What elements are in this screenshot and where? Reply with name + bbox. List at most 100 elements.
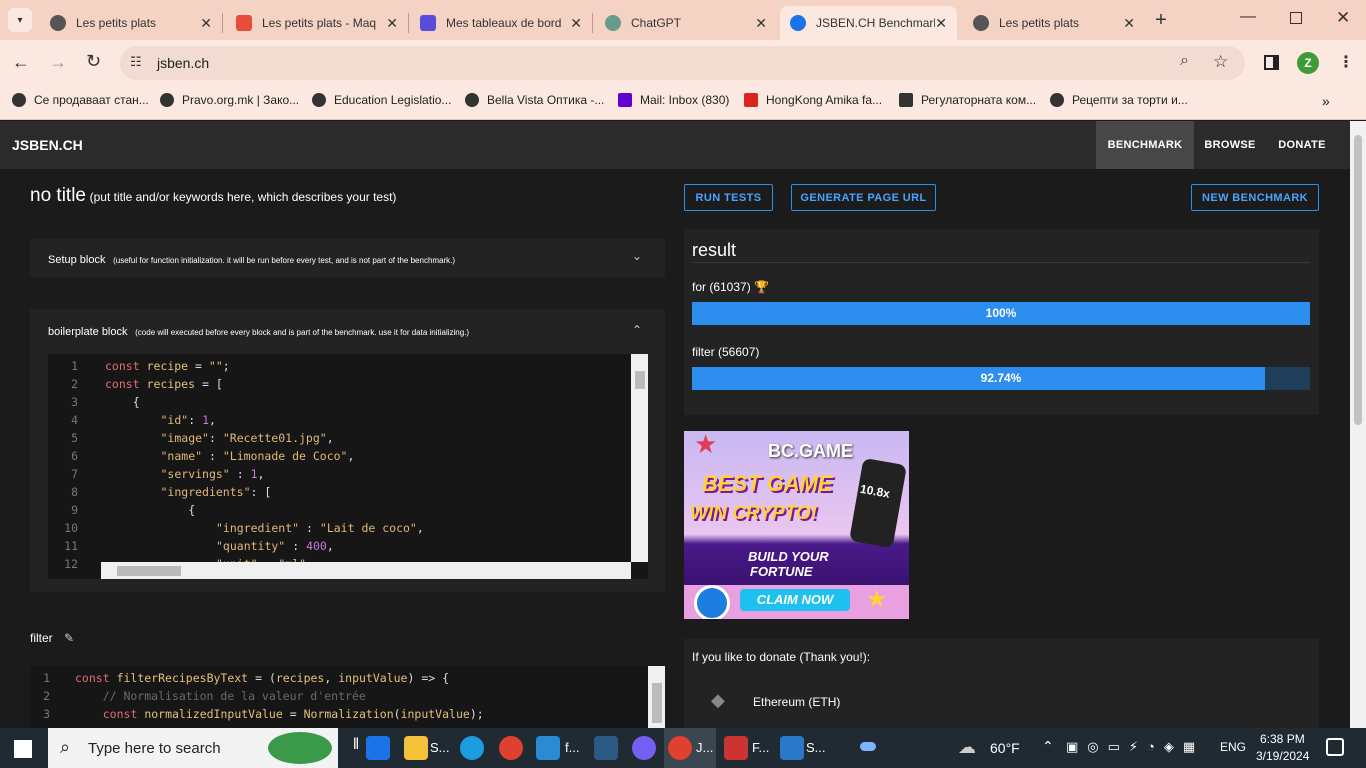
pencil-icon[interactable]: ✎ [64, 631, 74, 645]
search-icon: ⌕ [60, 737, 71, 757]
taskbar-search[interactable]: ⌕ Type here to search [48, 728, 338, 768]
vscode-icon[interactable] [536, 736, 560, 760]
start-button[interactable] [14, 740, 32, 758]
yahoo-mail-icon [618, 93, 632, 107]
run-tests-button[interactable]: RUN TESTS [684, 184, 773, 211]
tray-chevron-icon[interactable]: ⌃ [1042, 738, 1054, 755]
editor-horizontal-scrollbar[interactable] [101, 562, 631, 579]
address-bar[interactable]: ☷ jsben.ch ⌕ ☆ [120, 46, 1245, 80]
bookmark-item[interactable]: Mail: Inbox (830) [618, 93, 729, 107]
bookmark-item[interactable]: Bella Vista Оптика -... [465, 93, 604, 107]
sidepanel-icon[interactable] [1264, 55, 1279, 70]
browser-tab-2[interactable]: Mes tableaux de bord ✕ [410, 6, 592, 40]
arrow-right-icon: → [49, 52, 67, 72]
browser-tab-3[interactable]: ChatGPT ✕ [595, 6, 777, 40]
chrome-icon[interactable] [499, 736, 523, 760]
avatar[interactable]: Z [1297, 52, 1319, 74]
bookmark-red-icon [744, 93, 758, 107]
browser-tab-0[interactable]: Les petits plats ✕ [40, 6, 222, 40]
input-language[interactable]: ENG [1220, 740, 1246, 754]
bookmark-item[interactable]: Регулаторната ком... [899, 93, 1036, 107]
code-line: "quantity" : 400, [216, 539, 334, 553]
nav-benchmark[interactable]: BENCHMARK [1096, 121, 1194, 169]
browser-tab-4[interactable]: JSBEN.CH Benchmark ✕ [780, 6, 957, 40]
ad-brand: BC.GAME [768, 441, 853, 461]
star-icon: ★ [866, 586, 888, 613]
task-view-icon[interactable]: ‖ [344, 736, 368, 760]
ad-line1: BEST GAME [702, 471, 833, 496]
close-icon[interactable]: ✕ [386, 15, 398, 32]
photos-icon[interactable] [780, 736, 804, 760]
setup-block-panel[interactable]: Setup block (useful for function initial… [30, 239, 665, 277]
code-line: const recipes = [ [105, 377, 223, 391]
zoom-icon[interactable]: ⌕ [1180, 52, 1189, 70]
bookmark-item[interactable]: HongKong Amika fa... [744, 93, 882, 107]
page-content: JSBEN.CH BENCHMARK BROWSE DONATE no titl… [0, 121, 1350, 728]
code-line: { [188, 503, 196, 517]
forward-button[interactable]: → [49, 52, 67, 73]
clock-date[interactable]: 3/19/2024 [1256, 749, 1309, 763]
line-number: 12 [64, 557, 78, 571]
minimize-button[interactable]: — [1240, 8, 1256, 26]
tab-search-button[interactable]: ▾ [8, 8, 32, 32]
viber-icon[interactable] [632, 736, 656, 760]
ad-claim-button[interactable]: CLAIM NOW [740, 589, 850, 611]
editor-vertical-scrollbar[interactable] [648, 666, 665, 728]
line-number: 9 [71, 503, 78, 517]
donate-heading: If you like to donate (Thank you!): [692, 650, 871, 664]
line-number: 4 [71, 413, 78, 427]
close-icon[interactable]: ✕ [200, 15, 212, 32]
pdf-icon[interactable] [724, 736, 748, 760]
clock-time[interactable]: 6:38 PM [1260, 732, 1305, 746]
onedrive-icon[interactable] [860, 742, 876, 751]
more-bookmarks-icon[interactable]: » [1322, 93, 1330, 109]
site-info-icon[interactable]: ☷ [130, 54, 142, 70]
bookmark-item[interactable]: Се продаваат стан... [12, 93, 149, 107]
chevron-down-icon[interactable]: ⌄ [632, 249, 642, 263]
tray-icons[interactable]: ▣◎▭⚡◔◈▦ [1066, 739, 1204, 755]
page-scrollbar[interactable] [1350, 121, 1366, 728]
new-benchmark-button[interactable]: NEW BENCHMARK [1191, 184, 1319, 211]
result-name: filter (56607) [692, 345, 760, 359]
menu-icon[interactable]: ⋮ [1338, 52, 1354, 72]
bookmark-item[interactable]: Pravo.org.mk | Зако... [160, 93, 299, 107]
file-explorer-icon[interactable] [404, 736, 428, 760]
bookmarks-bar: Се продаваат стан... Pravo.org.mk | Зако… [0, 86, 1366, 120]
nav-donate[interactable]: DONATE [1266, 121, 1338, 169]
close-icon[interactable]: ✕ [570, 15, 582, 32]
browser-tab-5[interactable]: Les petits plats ✕ [963, 6, 1145, 40]
line-number: 11 [64, 539, 78, 553]
mail-icon[interactable] [366, 736, 390, 760]
star-icon: ★ [694, 431, 718, 459]
weather-temp[interactable]: 60°F [990, 740, 1020, 756]
restore-button[interactable] [1290, 12, 1302, 24]
generate-page-url-button[interactable]: GENERATE PAGE URL [791, 184, 936, 211]
notification-icon[interactable] [1326, 738, 1344, 756]
mysql-icon[interactable] [594, 736, 618, 760]
chevron-up-icon[interactable]: ⌃ [632, 323, 642, 337]
reload-button[interactable]: ↻ [86, 51, 101, 72]
nav-browse[interactable]: BROWSE [1194, 121, 1266, 169]
editor-vertical-scrollbar[interactable] [631, 354, 648, 562]
back-button[interactable]: ← [12, 52, 30, 73]
star-icon[interactable]: ☆ [1213, 52, 1228, 72]
active-chrome-task[interactable]: J... [664, 728, 716, 768]
page-title[interactable]: no title (put title and/or keywords here… [30, 185, 396, 207]
filter-code-editor[interactable]: 1 const filterRecipesByText = (recipes, i… [30, 666, 665, 728]
weather-icon[interactable]: ☁ [958, 737, 976, 758]
boilerplate-code-editor[interactable]: 1 const recipe = ""; 2 const recipes = [3 {… [48, 354, 648, 579]
edge-icon[interactable] [460, 736, 484, 760]
ad-banner[interactable]: ★ BC.GAME BEST GAME WIN CRYPTO! 10.8x BU… [684, 431, 909, 619]
new-tab-button[interactable]: + [1150, 8, 1172, 32]
browser-tab-1[interactable]: Les petits plats - Maq ✕ [226, 6, 408, 40]
close-window-button[interactable]: ✕ [1336, 8, 1350, 28]
site-logo[interactable]: JSBEN.CH [12, 137, 83, 153]
close-icon[interactable]: ✕ [935, 15, 947, 32]
close-icon[interactable]: ✕ [1123, 15, 1135, 32]
bookmark-item[interactable]: Рецепти за торти и... [1050, 93, 1188, 107]
bookmark-item[interactable]: Education Legislatio... [312, 93, 451, 107]
url-text[interactable]: jsben.ch [157, 55, 209, 71]
donate-coin[interactable]: Ethereum (ETH) [753, 695, 840, 709]
close-icon[interactable]: ✕ [755, 15, 767, 32]
code-line: "ingredient" : "Lait de coco", [216, 521, 424, 535]
